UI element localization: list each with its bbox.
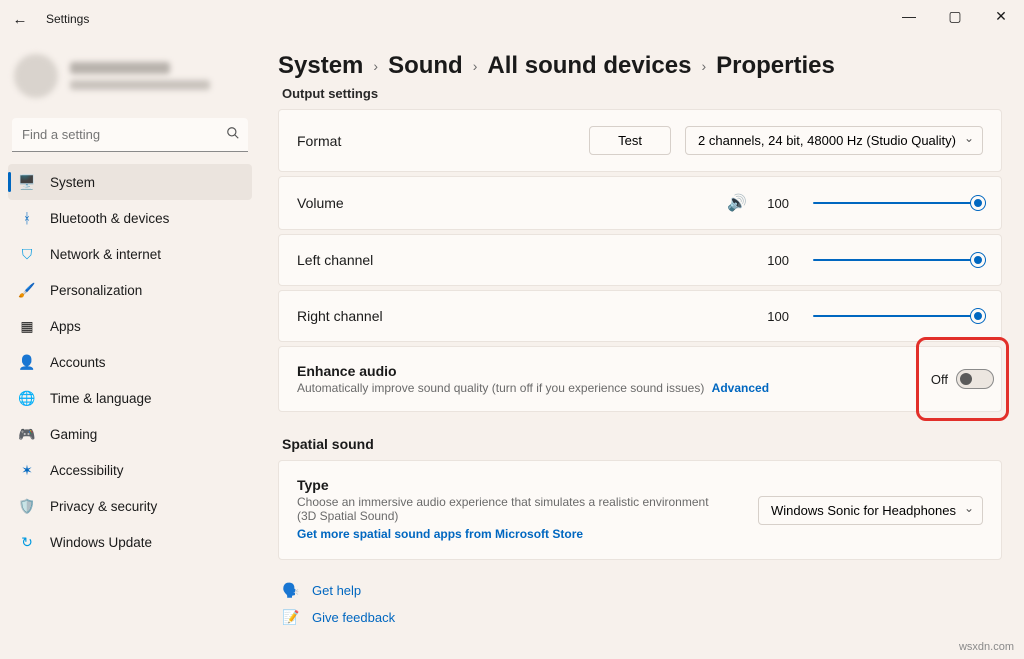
- back-button[interactable]: ←: [4, 11, 36, 28]
- globe-icon: 🌐: [18, 389, 36, 407]
- nav-label: Gaming: [50, 427, 97, 442]
- nav-apps[interactable]: ▦ Apps: [8, 308, 252, 344]
- brush-icon: 🖌️: [18, 281, 36, 299]
- spatial-store-link[interactable]: Get more spatial sound apps from Microso…: [297, 527, 583, 541]
- format-dropdown[interactable]: 2 channels, 24 bit, 48000 Hz (Studio Qua…: [685, 126, 983, 155]
- chevron-right-icon: ›: [473, 58, 478, 74]
- nav-system[interactable]: 🖥️ System: [8, 164, 252, 200]
- search-icon: [226, 126, 240, 143]
- sidebar: 🖥️ System ᚼ Bluetooth & devices ⛉ Network &…: [0, 38, 260, 659]
- bluetooth-icon: ᚼ: [18, 209, 36, 227]
- avatar: [14, 54, 58, 98]
- nav-privacy[interactable]: 🛡️ Privacy & security: [8, 488, 252, 524]
- crumb-sound[interactable]: Sound: [388, 52, 463, 80]
- enhance-audio-row: Enhance audio Automatically improve soun…: [278, 346, 1002, 412]
- feedback-icon: 📝: [282, 609, 300, 626]
- format-row: Format Test 2 channels, 24 bit, 48000 Hz…: [278, 109, 1002, 172]
- nav-label: Bluetooth & devices: [50, 211, 169, 226]
- spatial-type-dropdown[interactable]: Windows Sonic for Headphones: [758, 496, 983, 525]
- profile-name: [70, 62, 170, 74]
- speaker-icon[interactable]: 🔊: [727, 193, 747, 213]
- nav-time[interactable]: 🌐 Time & language: [8, 380, 252, 416]
- nav-list: 🖥️ System ᚼ Bluetooth & devices ⛉ Network &…: [8, 164, 252, 560]
- right-channel-slider[interactable]: [813, 307, 983, 325]
- nav-gaming[interactable]: 🎮 Gaming: [8, 416, 252, 452]
- crumb-all-devices[interactable]: All sound devices: [487, 52, 691, 80]
- nav-label: Apps: [50, 319, 81, 334]
- give-feedback-link[interactable]: 📝Give feedback: [282, 609, 1002, 626]
- nav-personalization[interactable]: 🖌️ Personalization: [8, 272, 252, 308]
- highlight-annotation: Off: [916, 337, 1009, 421]
- enhance-advanced-link[interactable]: Advanced: [712, 381, 769, 395]
- enhance-toggle[interactable]: [956, 369, 994, 389]
- update-icon: ↻: [18, 533, 36, 551]
- volume-label: Volume: [297, 195, 344, 211]
- right-channel-row: Right channel 100: [278, 290, 1002, 342]
- close-button[interactable]: ✕: [978, 0, 1024, 32]
- crumb-system[interactable]: System: [278, 52, 363, 80]
- system-icon: 🖥️: [18, 173, 36, 191]
- spatial-sound-label: Spatial sound: [282, 436, 1002, 452]
- right-channel-value: 100: [767, 309, 789, 324]
- help-links: 🗣️Get help 📝Give feedback: [282, 582, 1002, 626]
- crumb-current: Properties: [716, 52, 835, 80]
- left-channel-slider[interactable]: [813, 251, 983, 269]
- spatial-type-title: Type: [297, 477, 730, 493]
- left-channel-label: Left channel: [297, 252, 373, 268]
- volume-slider[interactable]: [813, 194, 983, 212]
- nav-label: Network & internet: [50, 247, 161, 262]
- wifi-icon: ⛉: [18, 245, 36, 263]
- search-input[interactable]: [12, 118, 248, 152]
- profile-block[interactable]: [8, 48, 252, 112]
- enhance-audio-desc: Automatically improve sound quality (tur…: [297, 381, 983, 395]
- chevron-right-icon: ›: [701, 58, 706, 74]
- nav-label: Time & language: [50, 391, 152, 406]
- accessibility-icon: ✶: [18, 461, 36, 479]
- chevron-right-icon: ›: [373, 58, 378, 74]
- nav-label: Accounts: [50, 355, 106, 370]
- nav-label: Privacy & security: [50, 499, 157, 514]
- window-title: Settings: [46, 12, 89, 26]
- gaming-icon: 🎮: [18, 425, 36, 443]
- spatial-type-row: Type Choose an immersive audio experienc…: [278, 460, 1002, 560]
- accounts-icon: 👤: [18, 353, 36, 371]
- volume-row: Volume 🔊 100: [278, 176, 1002, 230]
- minimize-button[interactable]: —: [886, 0, 932, 32]
- main-content: System › Sound › All sound devices › Pro…: [260, 38, 1024, 659]
- output-settings-label: Output settings: [282, 86, 1002, 101]
- breadcrumb: System › Sound › All sound devices › Pro…: [278, 52, 1002, 80]
- enhance-toggle-state: Off: [931, 372, 948, 387]
- volume-value: 100: [767, 196, 789, 211]
- nav-label: Personalization: [50, 283, 142, 298]
- enhance-audio-title: Enhance audio: [297, 363, 983, 379]
- help-icon: 🗣️: [282, 582, 300, 599]
- profile-email: [70, 80, 210, 90]
- apps-icon: ▦: [18, 317, 36, 335]
- watermark: wsxdn.com: [959, 641, 1014, 653]
- maximize-button[interactable]: ▢: [932, 0, 978, 32]
- format-label: Format: [297, 133, 341, 149]
- nav-bluetooth[interactable]: ᚼ Bluetooth & devices: [8, 200, 252, 236]
- search-box[interactable]: [12, 118, 248, 152]
- nav-network[interactable]: ⛉ Network & internet: [8, 236, 252, 272]
- nav-label: System: [50, 175, 95, 190]
- nav-accessibility[interactable]: ✶ Accessibility: [8, 452, 252, 488]
- nav-label: Accessibility: [50, 463, 124, 478]
- nav-label: Windows Update: [50, 535, 152, 550]
- spatial-type-desc: Choose an immersive audio experience tha…: [297, 495, 730, 523]
- get-help-link[interactable]: 🗣️Get help: [282, 582, 1002, 599]
- right-channel-label: Right channel: [297, 308, 383, 324]
- left-channel-row: Left channel 100: [278, 234, 1002, 286]
- left-channel-value: 100: [767, 253, 789, 268]
- nav-update[interactable]: ↻ Windows Update: [8, 524, 252, 560]
- nav-accounts[interactable]: 👤 Accounts: [8, 344, 252, 380]
- shield-icon: 🛡️: [18, 497, 36, 515]
- window-controls: — ▢ ✕: [886, 0, 1024, 32]
- test-button[interactable]: Test: [589, 126, 671, 155]
